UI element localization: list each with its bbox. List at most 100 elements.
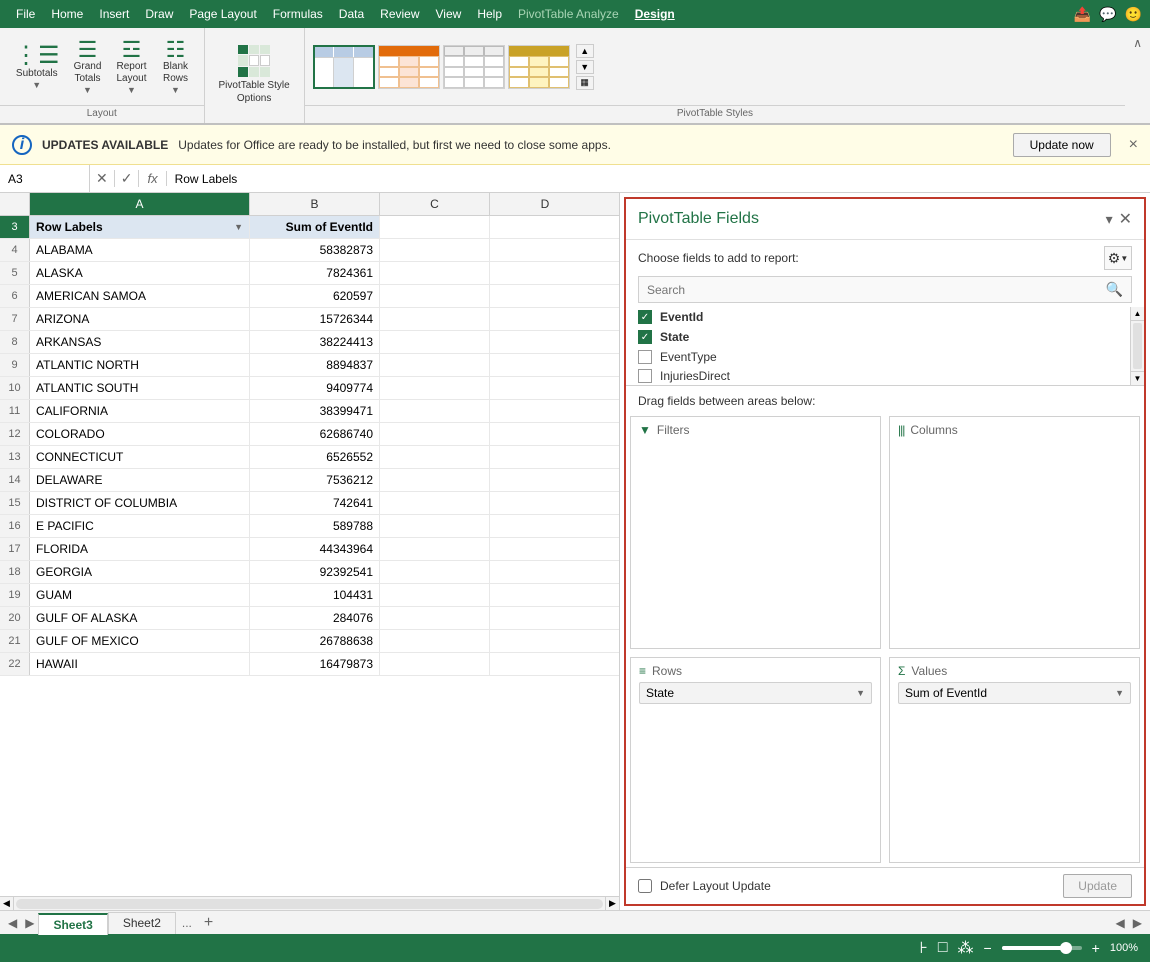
- styles-scroll-up[interactable]: ▲: [576, 44, 594, 58]
- tab-scroll-left[interactable]: ◀: [1112, 916, 1129, 930]
- field-injuries-direct[interactable]: InjuriesDirect: [626, 367, 1130, 385]
- cell-d[interactable]: [490, 469, 600, 491]
- menu-home[interactable]: Home: [43, 5, 91, 23]
- cell-d[interactable]: [490, 308, 600, 330]
- cell-b[interactable]: 589788: [250, 515, 380, 537]
- cell-d[interactable]: [490, 630, 600, 652]
- cell-b[interactable]: 38224413: [250, 331, 380, 353]
- cell-b[interactable]: 26788638: [250, 630, 380, 652]
- cell-b[interactable]: 8894837: [250, 354, 380, 376]
- cell-d[interactable]: [490, 492, 600, 514]
- cell-a[interactable]: ATLANTIC NORTH: [30, 354, 250, 376]
- field-state-checkbox[interactable]: ✓: [638, 330, 652, 344]
- cell-c[interactable]: [380, 492, 490, 514]
- cell-d[interactable]: [490, 262, 600, 284]
- menu-pivot-analyze[interactable]: PivotTable Analyze: [510, 5, 627, 23]
- style-item-2[interactable]: [378, 45, 440, 89]
- cell-b[interactable]: 15726344: [250, 308, 380, 330]
- tab-nav-next[interactable]: ▶: [21, 916, 38, 930]
- menu-page-layout[interactable]: Page Layout: [181, 5, 264, 23]
- cell-a[interactable]: DISTRICT OF COLUMBIA: [30, 492, 250, 514]
- zoom-out-icon[interactable]: −: [983, 940, 991, 956]
- cell-c[interactable]: [380, 308, 490, 330]
- cell-b[interactable]: 9409774: [250, 377, 380, 399]
- pivot-search-input[interactable]: [639, 279, 1098, 301]
- field-eventid[interactable]: ✓ EventId: [626, 307, 1130, 327]
- field-eventid-checkbox[interactable]: ✓: [638, 310, 652, 324]
- cell-a[interactable]: GUAM: [30, 584, 250, 606]
- cell-c[interactable]: [380, 400, 490, 422]
- pivot-settings-button[interactable]: ⚙ ▼: [1104, 246, 1132, 270]
- formula-content[interactable]: Row Labels: [167, 172, 1150, 186]
- pivot-style-options-button[interactable]: PivotTable StyleOptions: [213, 41, 296, 109]
- cell-d[interactable]: [490, 216, 600, 238]
- cell-d[interactable]: [490, 285, 600, 307]
- cell-d[interactable]: [490, 423, 600, 445]
- cell-a[interactable]: COLORADO: [30, 423, 250, 445]
- menu-insert[interactable]: Insert: [91, 5, 137, 23]
- cell-c[interactable]: [380, 630, 490, 652]
- cell-a[interactable]: CALIFORNIA: [30, 400, 250, 422]
- cell-a[interactable]: ATLANTIC SOUTH: [30, 377, 250, 399]
- page-layout-view-icon[interactable]: □: [938, 939, 948, 957]
- cell-c[interactable]: [380, 331, 490, 353]
- comment-icon[interactable]: 💬: [1099, 6, 1116, 23]
- emoji-icon[interactable]: 🙂: [1125, 6, 1142, 23]
- cell-b[interactable]: 16479873: [250, 653, 380, 675]
- cell-a[interactable]: E PACIFIC: [30, 515, 250, 537]
- blank-rows-button[interactable]: ☷ BlankRows ▼: [156, 35, 196, 99]
- cell-a[interactable]: DELAWARE: [30, 469, 250, 491]
- tab-sheet3[interactable]: Sheet3: [38, 913, 107, 935]
- report-layout-button[interactable]: ☲ ReportLayout ▼: [110, 35, 154, 99]
- menu-formulas[interactable]: Formulas: [265, 5, 331, 23]
- cell-b[interactable]: 6526552: [250, 446, 380, 468]
- cell-a[interactable]: ARKANSAS: [30, 331, 250, 353]
- cell-d[interactable]: [490, 239, 600, 261]
- cell-c[interactable]: [380, 469, 490, 491]
- formula-cancel-icon[interactable]: ✕: [90, 170, 115, 187]
- page-break-view-icon[interactable]: ⁂: [957, 938, 973, 958]
- grand-totals-button[interactable]: ☰ GrandTotals ▼: [68, 35, 108, 99]
- share-icon[interactable]: 📤: [1074, 6, 1091, 23]
- tab-scroll-right[interactable]: ▶: [1129, 916, 1146, 930]
- rows-state-tag[interactable]: State ▼: [639, 682, 872, 704]
- zoom-slider-track[interactable]: [1002, 946, 1082, 950]
- cell-c[interactable]: [380, 285, 490, 307]
- menu-view[interactable]: View: [428, 5, 470, 23]
- cell-b[interactable]: 104431: [250, 584, 380, 606]
- menu-design[interactable]: Design: [627, 5, 683, 23]
- cell-d[interactable]: [490, 561, 600, 583]
- cell-c[interactable]: [380, 446, 490, 468]
- cell-b[interactable]: 58382873: [250, 239, 380, 261]
- cell-d[interactable]: [490, 400, 600, 422]
- cell-a[interactable]: FLORIDA: [30, 538, 250, 560]
- cell-c[interactable]: [380, 354, 490, 376]
- cell-d[interactable]: [490, 584, 600, 606]
- pivot-close-icon[interactable]: ✕: [1119, 209, 1132, 229]
- cell-b[interactable]: 92392541: [250, 561, 380, 583]
- values-sum-dropdown-icon[interactable]: ▼: [1115, 688, 1124, 698]
- cell-b[interactable]: Sum of EventId: [250, 216, 380, 238]
- field-eventtype-checkbox[interactable]: [638, 350, 652, 364]
- update-button[interactable]: Update: [1063, 874, 1132, 898]
- cell-b[interactable]: 7824361: [250, 262, 380, 284]
- cell-a[interactable]: ARIZONA: [30, 308, 250, 330]
- cell-c[interactable]: [380, 377, 490, 399]
- cell-d[interactable]: [490, 607, 600, 629]
- cell-a[interactable]: ALASKA: [30, 262, 250, 284]
- fields-scroll-up[interactable]: ▲: [1131, 307, 1144, 321]
- styles-scroll-down[interactable]: ▼: [576, 60, 594, 74]
- horizontal-scroll[interactable]: ◀ ▶: [0, 896, 619, 910]
- cell-d[interactable]: [490, 538, 600, 560]
- field-state[interactable]: ✓ State: [626, 327, 1130, 347]
- formula-enter-icon[interactable]: ✓: [115, 170, 140, 187]
- defer-layout-checkbox[interactable]: [638, 879, 652, 893]
- cell-b[interactable]: 742641: [250, 492, 380, 514]
- sheet-body[interactable]: 3Row Labels▼Sum of EventId4ALABAMA583828…: [0, 216, 619, 896]
- cell-a[interactable]: AMERICAN SAMOA: [30, 285, 250, 307]
- cell-c[interactable]: [380, 515, 490, 537]
- pivot-dropdown-icon[interactable]: ▾: [1106, 211, 1113, 228]
- collapse-ribbon-button[interactable]: ∧: [1125, 32, 1150, 54]
- cell-a[interactable]: ALABAMA: [30, 239, 250, 261]
- menu-help[interactable]: Help: [469, 5, 510, 23]
